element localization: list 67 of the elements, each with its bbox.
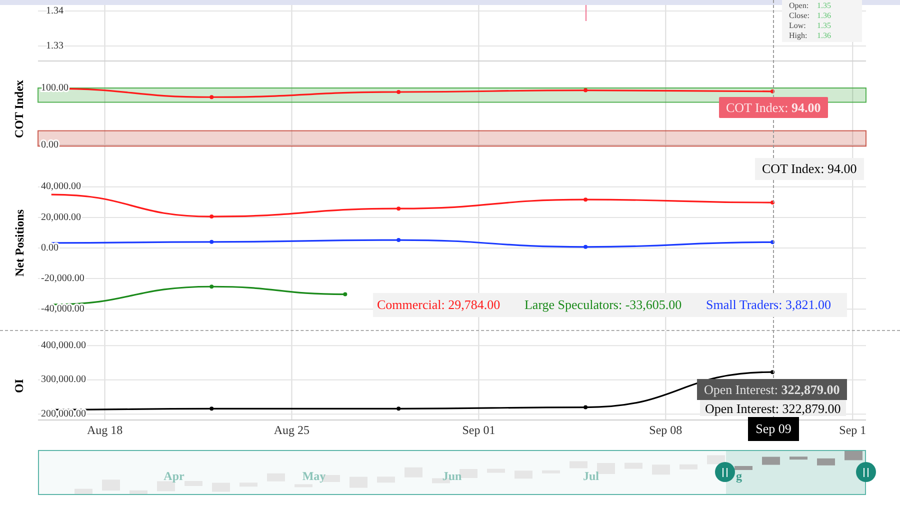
axis-tick-label: -20,000.00 <box>41 272 84 284</box>
data-point <box>210 240 214 244</box>
data-point <box>210 214 214 219</box>
crosshair-date-label: Sep 09 <box>748 417 799 441</box>
legend-entry: Commercial: 29,784.00 <box>377 296 500 314</box>
axis-tick-label: 20,000.00 <box>41 212 81 223</box>
mini-candle <box>130 490 148 494</box>
month-label: g <box>736 468 742 485</box>
data-point <box>396 406 401 411</box>
data-point <box>396 206 401 211</box>
month-label: Jul <box>583 468 599 485</box>
data-point <box>584 405 588 410</box>
ohlc-label: High: <box>789 31 808 41</box>
mini-candle <box>707 455 725 464</box>
data-point <box>210 95 214 100</box>
data-point <box>396 238 401 242</box>
mini-candle <box>74 488 92 494</box>
axis-tick-label: Sep 1 <box>839 422 866 437</box>
axis-tick-label: 1.34 <box>46 5 64 16</box>
cot-tooltip: COT Index: 94.00 <box>719 97 828 118</box>
data-point <box>770 89 775 94</box>
axis-tick-label: 1.33 <box>46 40 64 52</box>
month-label: Apr <box>164 468 184 485</box>
oi-tooltip: Open Interest: 322,879.00 <box>697 379 847 400</box>
axis-tick-label: Aug 18 <box>86 422 123 437</box>
data-point <box>396 90 401 94</box>
axis-tick-label: 200,000.00 <box>41 408 86 420</box>
data-point <box>343 292 348 296</box>
mini-candle <box>790 456 808 460</box>
axis-tick-label: 40,000.00 <box>41 181 81 192</box>
ohlc-label: Open: <box>789 1 810 11</box>
ohlc-value: 1.36 <box>817 31 831 41</box>
legend-entry: Small Traders: 3,821.00 <box>706 296 831 314</box>
grip-icon <box>863 468 869 476</box>
mini-candle <box>844 451 862 460</box>
legend-entry: Large Speculators: -33,605.00 <box>524 296 682 314</box>
grip-icon <box>722 468 728 476</box>
data-point <box>584 198 588 202</box>
axis-tick-label: Sep 01 <box>462 422 496 437</box>
ohlc-value: 1.36 <box>817 11 831 21</box>
data-point <box>770 200 775 205</box>
oi-readout: Open Interest: 322,879.00 <box>700 400 846 416</box>
range-handle[interactable] <box>856 462 876 482</box>
data-point <box>210 284 214 289</box>
axis-title: COT Index <box>11 79 27 138</box>
ohlc-label: Low: <box>789 21 807 31</box>
ohlc-value: 1.35 <box>817 1 831 11</box>
ohlc-value: 1.35 <box>817 21 831 31</box>
axis-tick-label: Aug 25 <box>274 422 310 437</box>
range-navigator[interactable]: Apr May Jun Jul g <box>38 450 866 495</box>
month-label: May <box>302 468 326 485</box>
mini-candle <box>734 466 752 470</box>
data-point <box>770 370 775 374</box>
axis-tick-label: 400,000.00 <box>41 340 86 351</box>
ohlc-label: Close: <box>789 11 810 21</box>
data-point <box>584 88 588 92</box>
axis-tick-label: 300,000.00 <box>41 374 86 386</box>
data-point <box>584 244 588 249</box>
axis-tick-label: Sep 08 <box>649 422 682 437</box>
data-point <box>770 240 775 244</box>
axis-tick-label: -40,000.00 <box>41 303 84 314</box>
axis-title: Net Positions <box>11 209 27 276</box>
data-point <box>210 406 214 411</box>
month-label: Jun <box>442 468 462 485</box>
cot-readout: COT Index: 94.00 <box>755 158 864 180</box>
axis-tick-label: 0.00 <box>41 242 58 254</box>
axis-title: OI <box>11 378 27 392</box>
